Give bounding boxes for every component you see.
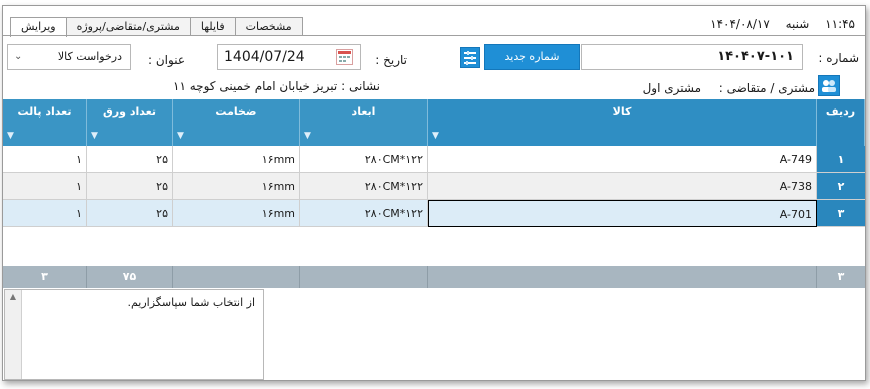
cell-sheets[interactable]: ۲۵	[87, 173, 173, 200]
filter-icon[interactable]: ▼	[304, 131, 311, 141]
col-item-title: کالا	[612, 105, 632, 118]
scroll-up-icon[interactable]: ▲	[5, 292, 21, 301]
cell-dims[interactable]: ۲۸۰CM*۱۲۲	[300, 173, 428, 200]
grid-footer: ۳ ۷۵ ۳	[3, 266, 865, 288]
cell-sheets[interactable]: ۲۵	[87, 200, 173, 227]
address-value: تبریز خیابان امام خمینی کوچه ۱۱	[173, 79, 338, 93]
footer-thickness	[173, 266, 300, 288]
title-label: عنوان :	[148, 53, 185, 67]
cell-dims[interactable]: ۲۸۰CM*۱۲۲	[300, 200, 428, 227]
col-header-thickness[interactable]: ضخامت ▼	[173, 99, 300, 146]
customer-value: مشتری اول	[642, 81, 701, 95]
col-header-row[interactable]: ردیف	[817, 99, 865, 146]
cell-item[interactable]: A-749	[428, 146, 817, 173]
table-row[interactable]: ۲ A-738 ۲۸۰CM*۱۲۲ ۱۶mm ۲۵ ۱	[3, 173, 865, 200]
col-header-sheets[interactable]: تعداد ورق ▼	[87, 99, 173, 146]
title-value: درخواست کالا	[57, 50, 122, 63]
cell-thickness[interactable]: ۱۶mm	[173, 200, 300, 227]
col-header-dims[interactable]: ابعاد ▼	[300, 99, 428, 146]
col-sheets-title: تعداد ورق	[103, 105, 156, 118]
tab-strip: ویرایش مشتری/متقاضی/پروژه فایلها مشخصات	[10, 17, 303, 37]
title-bar: ویرایش مشتری/متقاضی/پروژه فایلها مشخصات …	[3, 6, 865, 37]
time-text: ۱۱:۴۵	[825, 17, 855, 31]
tab-edit[interactable]: ویرایش	[10, 17, 67, 37]
new-number-button[interactable]: شماره جدید	[484, 44, 580, 70]
tab-customer-project[interactable]: مشتری/متقاضی/پروژه	[65, 17, 191, 36]
table-row[interactable]: ۱ A-749 ۲۸۰CM*۱۲۲ ۱۶mm ۲۵ ۱	[3, 146, 865, 173]
footer-row-count: ۳	[837, 270, 845, 283]
col-header-item[interactable]: کالا ▼	[428, 99, 817, 146]
col-header-pallets[interactable]: تعداد پالت ▼	[3, 99, 87, 146]
notes-textarea[interactable]: از انتخاب شما سپاسگزاریم. ▲	[4, 289, 264, 380]
customers-icon[interactable]	[818, 75, 840, 96]
row-number: ۱	[817, 146, 865, 173]
cell-dims[interactable]: ۲۸۰CM*۱۲۲	[300, 146, 428, 173]
address-text: نشانی : تبریز خیابان امام خمینی کوچه ۱۱	[173, 79, 380, 93]
footer-pallets-total: ۳	[3, 266, 87, 288]
chevron-down-icon: ⌄	[14, 51, 23, 62]
tab-files[interactable]: فایلها	[189, 17, 236, 36]
cell-pallets[interactable]: ۱	[3, 200, 87, 227]
col-thick-title: ضخامت	[215, 105, 257, 118]
cell-pallets[interactable]: ۱	[3, 146, 87, 173]
col-pallets-title: تعداد پالت	[17, 105, 72, 118]
cell-thickness[interactable]: ۱۶mm	[173, 173, 300, 200]
filter-icon[interactable]: ▼	[432, 131, 439, 141]
footer-dims	[300, 266, 428, 288]
cell-thickness[interactable]: ۱۶mm	[173, 146, 300, 173]
cell-pallets[interactable]: ۱	[3, 173, 87, 200]
date-text: ۱۴۰۴/۰۸/۱۷	[710, 17, 770, 31]
tab-specs[interactable]: مشخصات	[234, 17, 303, 36]
cell-item-focused[interactable]: A-701	[428, 200, 817, 227]
cell-item[interactable]: A-738	[428, 173, 817, 200]
row-number: ۳	[817, 200, 865, 227]
date-label: تاریخ :	[375, 53, 407, 67]
number-field[interactable]: ۱۴۰۴۰۷-۱۰۱	[581, 44, 803, 70]
clock-area: ۱۱:۴۵ شنبه ۱۴۰۴/۰۸/۱۷	[698, 17, 855, 31]
notes-scrollbar[interactable]: ▲	[5, 290, 22, 379]
address-label: نشانی :	[341, 79, 380, 93]
settings-icon[interactable]	[460, 47, 480, 68]
number-label: شماره :	[818, 51, 859, 65]
notes-text: از انتخاب شما سپاسگزاریم.	[127, 296, 255, 309]
filter-icon[interactable]: ▼	[177, 131, 184, 141]
filter-icon[interactable]: ▼	[91, 131, 98, 141]
title-dropdown[interactable]: درخواست کالا ⌄	[7, 44, 131, 70]
cell-sheets[interactable]: ۲۵	[87, 146, 173, 173]
calendar-icon[interactable]	[336, 49, 353, 65]
col-dims-title: ابعاد	[351, 105, 376, 118]
col-row-title: ردیف	[825, 105, 856, 118]
main-window: ویرایش مشتری/متقاضی/پروژه فایلها مشخصات …	[2, 5, 866, 381]
customer-label: مشتری / متقاضی :	[718, 81, 815, 95]
table-row-selected[interactable]: ۳ A-701 ۲۸۰CM*۱۲۲ ۱۶mm ۲۵ ۱	[3, 200, 865, 227]
footer-sheets-total: ۷۵	[87, 266, 173, 288]
row-number: ۲	[817, 173, 865, 200]
tab-divider	[3, 35, 865, 36]
filter-icon[interactable]: ▼	[7, 131, 14, 141]
footer-item	[428, 266, 817, 288]
day-text: شنبه	[785, 17, 810, 31]
